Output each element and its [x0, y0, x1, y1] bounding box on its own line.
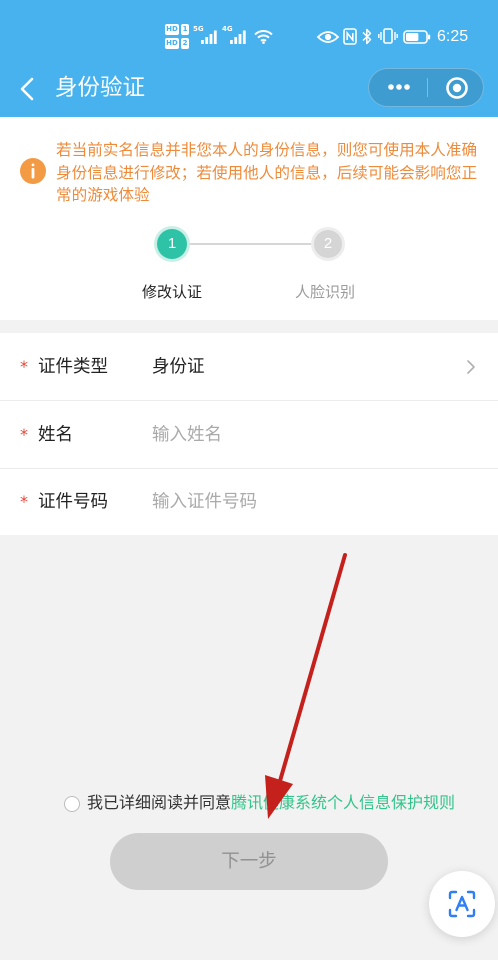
- required-mark: *: [20, 356, 28, 376]
- text-recognition-icon: [448, 890, 476, 918]
- back-button[interactable]: [10, 72, 46, 106]
- more-dots-icon: [388, 84, 410, 90]
- text-recognition-button[interactable]: [429, 871, 495, 937]
- notice-section: 若当前实名信息并非您本人的身份信息，则您可使用本人准确身份信息进行修改；若使用他…: [0, 117, 498, 320]
- signal-icon: [201, 30, 217, 44]
- header: HD 1 HD 2 5G 4G 6:25 身份验证: [0, 0, 498, 117]
- identity-verification-page: HD 1 HD 2 5G 4G 6:25 身份验证 若当前实名信息并非您本人的身…: [0, 0, 498, 960]
- info-icon: [20, 158, 46, 184]
- id-type-value: 身份证: [152, 356, 205, 377]
- chevron-right-icon: [467, 360, 475, 374]
- required-mark: *: [20, 492, 28, 511]
- step-1-indicator: 1: [157, 229, 187, 259]
- eye-comfort-icon: [316, 31, 340, 43]
- agreement-radio[interactable]: [64, 796, 80, 812]
- agreement-prefix: 我已详细阅读并同意: [87, 793, 232, 812]
- status-time: 6:25: [437, 28, 469, 45]
- signal-icon: [230, 30, 246, 44]
- id-number-label: 证件号码: [38, 492, 108, 512]
- exit-button[interactable]: [428, 69, 483, 106]
- sim1-hd-badge: HD: [165, 24, 179, 35]
- battery-level-fill: [406, 33, 419, 41]
- step-1-label: 修改认证: [141, 283, 202, 301]
- sim1-slot-badge: 1: [181, 24, 189, 35]
- mini-program-capsule: [368, 68, 484, 107]
- id-number-field[interactable]: [152, 487, 452, 517]
- required-mark: *: [20, 424, 28, 444]
- target-circle-icon: [446, 77, 468, 99]
- id-type-label: 证件类型: [38, 356, 108, 377]
- next-step-button[interactable]: 下一步: [110, 833, 388, 890]
- privacy-policy-link[interactable]: 腾讯健康系统个人信息保护规则: [231, 793, 455, 812]
- chevron-left-icon: [20, 77, 34, 101]
- nfc-icon: [343, 28, 357, 45]
- sim2-slot-badge: 2: [181, 38, 189, 49]
- name-row: * 姓名: [0, 401, 498, 468]
- bluetooth-icon: [362, 28, 372, 45]
- battery-icon: [403, 30, 431, 44]
- notice-text: 若当前实名信息并非您本人的身份信息，则您可使用本人准确身份信息进行修改；若使用他…: [56, 141, 478, 205]
- agreement-text: 我已详细阅读并同意腾讯健康系统个人信息保护规则: [87, 791, 455, 815]
- sim2-hd-badge: HD: [165, 38, 179, 49]
- step-connector: [188, 243, 314, 245]
- identity-form: * 证件类型 身份证 * 姓名 * 证件号码: [0, 333, 498, 535]
- name-field[interactable]: [152, 419, 452, 450]
- step-2-indicator: 2: [314, 230, 342, 258]
- step-2-label: 人脸识别: [294, 283, 355, 301]
- id-type-picker[interactable]: * 证件类型 身份证: [0, 333, 498, 400]
- page-title: 身份验证: [55, 75, 146, 101]
- vibrate-icon: [378, 28, 398, 44]
- status-bar: HD 1 HD 2 5G 4G 6:25: [0, 0, 498, 64]
- name-label: 姓名: [38, 424, 73, 445]
- more-button[interactable]: [369, 69, 427, 106]
- wifi-icon: [254, 30, 273, 44]
- id-number-row: * 证件号码: [0, 469, 498, 535]
